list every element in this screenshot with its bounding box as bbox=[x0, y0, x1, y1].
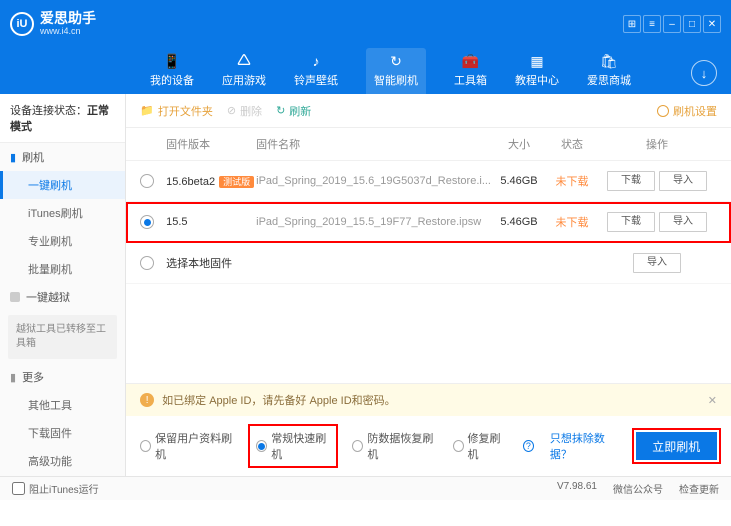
col-ops: 操作 bbox=[597, 136, 717, 152]
check-update-link[interactable]: 检查更新 bbox=[679, 481, 719, 496]
nav-2[interactable]: ♪ 铃声壁纸 bbox=[294, 52, 338, 94]
sidebar-item[interactable]: 专业刷机 bbox=[0, 227, 125, 255]
sidebar-section-jailbreak[interactable]: 一键越狱 bbox=[0, 283, 125, 311]
firmware-status: 未下载 bbox=[547, 214, 597, 230]
close-icon[interactable]: ✕ bbox=[703, 15, 721, 33]
download-button[interactable]: 下载 bbox=[607, 171, 655, 191]
version-label: V7.98.61 bbox=[557, 481, 597, 496]
flash-mode-option[interactable]: 修复刷机 bbox=[453, 430, 507, 462]
nav-3[interactable]: ↻ 智能刷机 bbox=[366, 48, 426, 94]
local-firmware-radio[interactable] bbox=[140, 256, 154, 270]
warning-icon: ! bbox=[140, 393, 154, 407]
refresh-button[interactable]: ↻刷新 bbox=[276, 103, 311, 119]
firmware-row[interactable]: 15.6beta2测试版iPad_Spring_2019_15.6_19G503… bbox=[126, 161, 731, 202]
sidebar-item[interactable]: 批量刷机 bbox=[0, 255, 125, 283]
firmware-size: 5.46GB bbox=[491, 175, 547, 187]
nav-label: 工具箱 bbox=[454, 72, 487, 88]
lock-icon bbox=[10, 292, 20, 302]
sidebar-section-more[interactable]: ▮更多 bbox=[0, 363, 125, 391]
nav-label: 应用游戏 bbox=[222, 72, 266, 88]
sidebar-item[interactable]: 下载固件 bbox=[0, 419, 125, 447]
firmware-radio[interactable] bbox=[140, 215, 154, 229]
firmware-version: 15.5 bbox=[166, 216, 256, 228]
gear-icon bbox=[657, 105, 669, 117]
connection-status: 设备连接状态：正常模式 bbox=[0, 94, 125, 143]
nav-icon: 📱 bbox=[163, 52, 181, 70]
download-manager-button[interactable]: ↓ bbox=[691, 60, 717, 86]
mode-label: 修复刷机 bbox=[468, 430, 507, 462]
folder-icon: 📁 bbox=[140, 104, 154, 117]
col-version: 固件版本 bbox=[166, 136, 256, 152]
firmware-size: 5.46GB bbox=[491, 216, 547, 228]
nav-1[interactable]: 🛆 应用游戏 bbox=[222, 52, 266, 94]
nav-0[interactable]: 📱 我的设备 bbox=[150, 52, 194, 94]
nav-6[interactable]: 🛍 爱思商城 bbox=[587, 52, 631, 94]
menu-icon[interactable]: ≡ bbox=[643, 15, 661, 33]
info-icon[interactable]: ? bbox=[523, 440, 534, 452]
sidebar-item[interactable]: 一键刷机 bbox=[0, 171, 125, 199]
block-itunes-checkbox[interactable]: 阻止iTunes运行 bbox=[12, 481, 99, 496]
nav-5[interactable]: ▦ 教程中心 bbox=[515, 52, 559, 94]
firmware-radio[interactable] bbox=[140, 174, 154, 188]
download-button[interactable]: 下载 bbox=[607, 212, 655, 232]
nav-4[interactable]: 🧰 工具箱 bbox=[454, 52, 487, 94]
nav-label: 教程中心 bbox=[515, 72, 559, 88]
erase-only-link[interactable]: 只想抹除数据？ bbox=[550, 430, 620, 462]
open-folder-button[interactable]: 📁打开文件夹 bbox=[140, 103, 213, 119]
warning-close-button[interactable]: ✕ bbox=[708, 394, 717, 407]
col-status: 状态 bbox=[547, 136, 597, 152]
jailbreak-notice: 越狱工具已转移至工具箱 bbox=[8, 315, 117, 359]
import-button[interactable]: 导入 bbox=[659, 171, 707, 191]
firmware-filename: iPad_Spring_2019_15.6_19G5037d_Restore.i… bbox=[256, 175, 491, 187]
nav-icon: ♪ bbox=[307, 52, 325, 70]
nav-label: 智能刷机 bbox=[374, 72, 418, 88]
nav-label: 铃声壁纸 bbox=[294, 72, 338, 88]
mode-label: 防数据恢复刷机 bbox=[367, 430, 436, 462]
delete-button: ⊘删除 bbox=[227, 103, 262, 119]
app-url: www.i4.cn bbox=[40, 27, 96, 37]
minimize-icon[interactable]: – bbox=[663, 15, 681, 33]
nav-icon: ↻ bbox=[387, 52, 405, 70]
firmware-row[interactable]: 15.5iPad_Spring_2019_15.5_19F77_Restore.… bbox=[126, 202, 731, 243]
sidebar-item[interactable]: 其他工具 bbox=[0, 391, 125, 419]
nav-label: 爱思商城 bbox=[587, 72, 631, 88]
refresh-icon: ↻ bbox=[276, 104, 285, 117]
wechat-link[interactable]: 微信公众号 bbox=[613, 481, 663, 496]
local-firmware-label[interactable]: 选择本地固件 bbox=[166, 255, 232, 271]
flash-now-button[interactable]: 立即刷机 bbox=[636, 432, 717, 460]
nav-icon: 🧰 bbox=[462, 52, 480, 70]
nav-label: 我的设备 bbox=[150, 72, 194, 88]
mode-label: 保留用户资料刷机 bbox=[155, 430, 234, 462]
import-button[interactable]: 导入 bbox=[659, 212, 707, 232]
maximize-icon[interactable]: □ bbox=[683, 15, 701, 33]
app-logo: iU bbox=[10, 12, 34, 36]
mode-label: 常规快速刷机 bbox=[271, 430, 330, 462]
firmware-filename: iPad_Spring_2019_15.5_19F77_Restore.ipsw bbox=[256, 216, 491, 228]
sidebar-item[interactable]: iTunes刷机 bbox=[0, 199, 125, 227]
grid-icon[interactable]: ⊞ bbox=[623, 15, 641, 33]
beta-tag: 测试版 bbox=[219, 176, 254, 188]
mode-radio[interactable] bbox=[256, 440, 267, 452]
local-import-button[interactable]: 导入 bbox=[633, 253, 681, 273]
sidebar-item[interactable]: 高级功能 bbox=[0, 447, 125, 475]
flash-settings-button[interactable]: 刷机设置 bbox=[657, 103, 717, 119]
flash-mode-option[interactable]: 常规快速刷机 bbox=[250, 426, 336, 466]
flash-mode-option[interactable]: 保留用户资料刷机 bbox=[140, 430, 234, 462]
firmware-status: 未下载 bbox=[547, 173, 597, 189]
col-size: 大小 bbox=[491, 136, 547, 152]
delete-icon: ⊘ bbox=[227, 104, 236, 117]
mode-radio[interactable] bbox=[352, 440, 363, 452]
flash-mode-option[interactable]: 防数据恢复刷机 bbox=[352, 430, 436, 462]
mode-radio[interactable] bbox=[453, 440, 464, 452]
firmware-version: 15.6beta2测试版 bbox=[166, 175, 256, 188]
mode-radio[interactable] bbox=[140, 440, 151, 452]
nav-icon: ▦ bbox=[528, 52, 546, 70]
nav-icon: 🛆 bbox=[235, 52, 253, 70]
warning-text: 如已绑定 Apple ID，请先备好 Apple ID和密码。 bbox=[162, 392, 396, 408]
app-name: 爱思助手 bbox=[40, 11, 96, 26]
nav-icon: 🛍 bbox=[600, 52, 618, 70]
col-filename: 固件名称 bbox=[256, 136, 491, 152]
sidebar-section-flash[interactable]: ▮刷机 bbox=[0, 143, 125, 171]
